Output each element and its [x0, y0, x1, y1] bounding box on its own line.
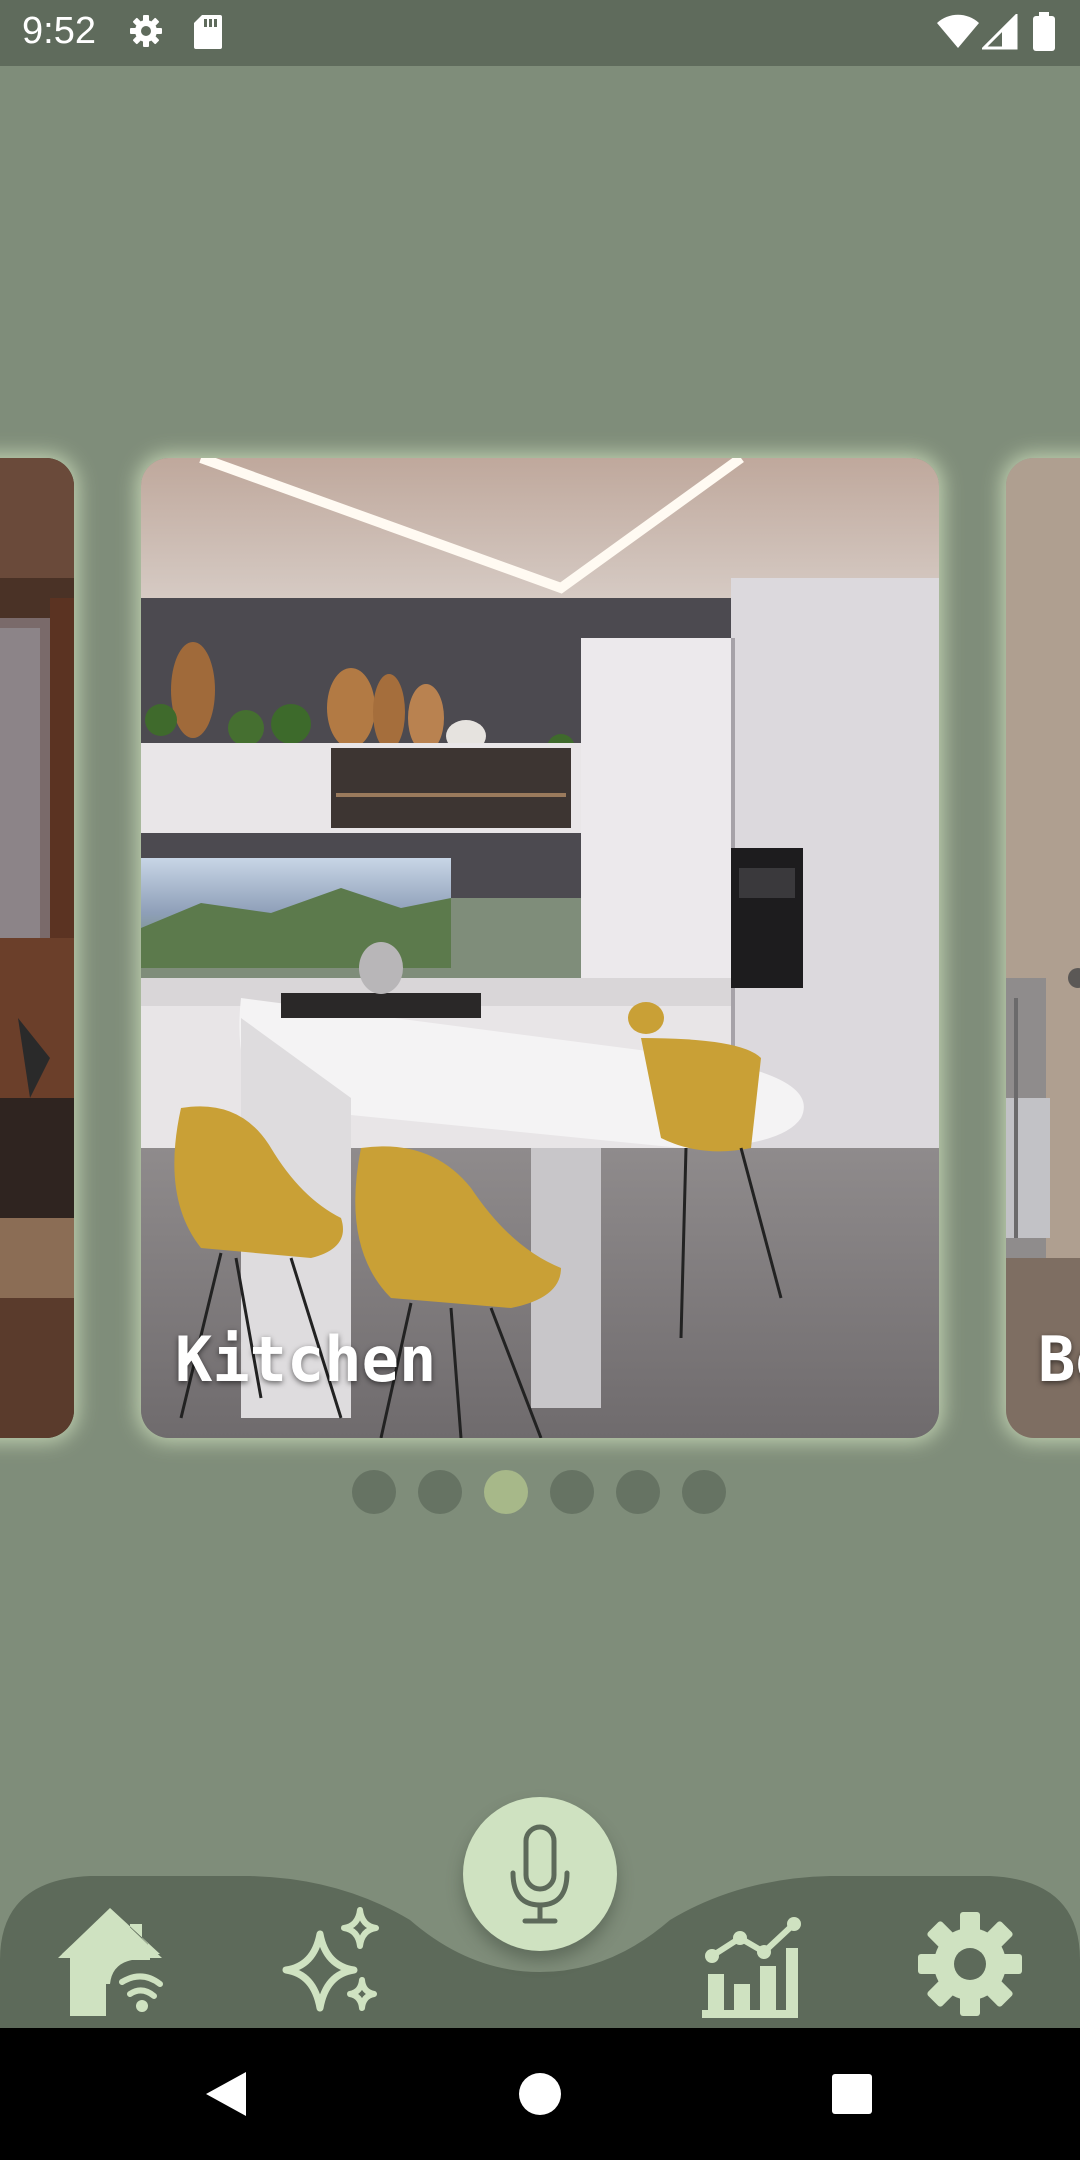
- room-card-label-next: Be: [1038, 1323, 1080, 1396]
- nav-settings-button[interactable]: [910, 1904, 1030, 2024]
- system-navigation-bar: [0, 2028, 1080, 2160]
- kitchen-image: [141, 458, 939, 1438]
- nav-analytics-button[interactable]: [690, 1904, 810, 2024]
- room-card-kitchen[interactable]: Kitchen: [141, 458, 939, 1438]
- page-dot[interactable]: [682, 1470, 726, 1514]
- room-card-prev[interactable]: [0, 458, 74, 1438]
- room-card-next[interactable]: Be: [1006, 458, 1080, 1438]
- recents-icon[interactable]: [822, 2064, 882, 2124]
- nav-home-button[interactable]: [50, 1904, 170, 2024]
- carousel-page-indicator: [0, 1470, 1080, 1516]
- back-icon[interactable]: [196, 2064, 256, 2124]
- settings-gear-icon: [918, 1912, 1022, 2016]
- sparkles-icon: [282, 1907, 379, 2012]
- page-dot[interactable]: [550, 1470, 594, 1514]
- voice-assistant-button[interactable]: [463, 1797, 617, 1951]
- page-dot[interactable]: [418, 1470, 462, 1514]
- page-dot[interactable]: [352, 1470, 396, 1514]
- microphone-icon: [510, 1824, 570, 1924]
- room-carousel[interactable]: Kitchen Be: [0, 0, 1080, 1520]
- home-icon[interactable]: [510, 2064, 570, 2124]
- page-dot-active[interactable]: [484, 1470, 528, 1514]
- analytics-chart-icon: [702, 1917, 801, 2018]
- page-dot[interactable]: [616, 1470, 660, 1514]
- smart-home-icon: [58, 1908, 163, 2016]
- nav-suggestions-button[interactable]: [270, 1904, 390, 2024]
- room-card-label: Kitchen: [175, 1323, 437, 1396]
